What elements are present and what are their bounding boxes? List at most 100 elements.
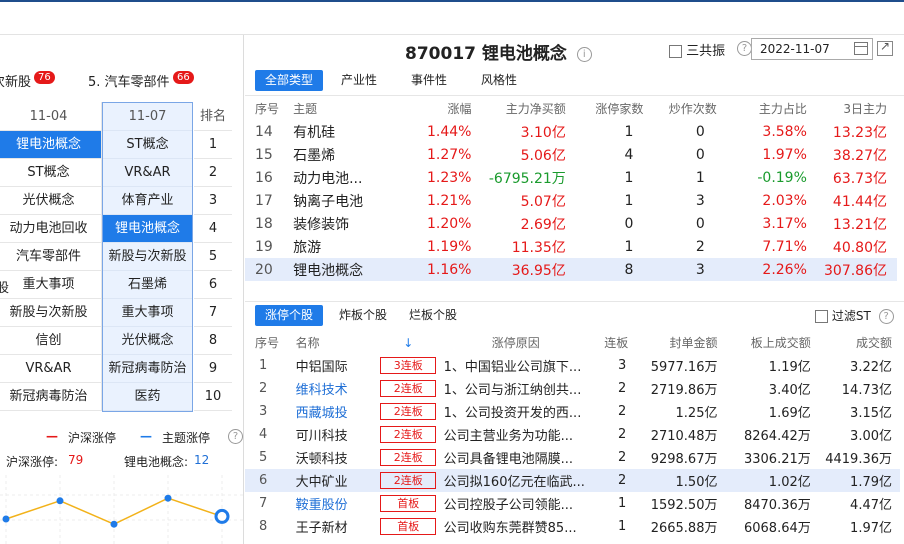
question-icon[interactable]: ? [737,41,752,56]
theme-cell-prev[interactable]: 光伏概念 [0,187,102,215]
theme-cell-prev[interactable]: 新股与次新股 [0,299,102,327]
net-buy: 3.10亿 [520,124,566,141]
checkbox-icon[interactable] [815,310,828,323]
theme-cell-current[interactable]: 新股与次新股 [103,243,192,271]
help-icon[interactable]: ? [878,309,894,324]
stock-name[interactable]: 沃顿科技 [294,446,377,469]
tab-limit-up[interactable]: 涨停个股 [255,305,324,326]
theme-cell-current[interactable]: 光伏概念 [103,327,192,355]
theme-cell-prev[interactable]: 汽车零部件 [0,243,102,271]
theme-cell-current[interactable]: 锂电池概念 [103,215,192,243]
th-net[interactable]: 主力净买额 [473,97,567,120]
info-icon[interactable]: i [576,46,592,62]
tab-event[interactable]: 事件性 [401,70,457,91]
san-checkbox[interactable]: 三共振 [669,40,725,59]
th-seal[interactable]: 封单金额 [630,331,719,354]
stock-name[interactable]: 西藏城投 [294,400,377,423]
table-row[interactable]: 17 钠离子电池 1.21% 5.07亿 1 3 2.03% 41.44亿 [245,189,897,212]
stock-name[interactable]: 中铝国际 [294,354,377,377]
theme-cell-prev[interactable]: VR&AR [0,355,102,383]
rank-cell: 6 [194,271,232,299]
table-row[interactable]: 18 装修装饰 1.20% 2.69亿 0 0 3.17% 13.21亿 [245,212,897,235]
table-row[interactable]: 8 王子新材 首板 公司收购东莞群赞85... 1 2665.88万 6068.64万 1.9… [245,515,900,538]
th-chg[interactable]: 涨幅 [394,97,474,120]
trend-point[interactable] [56,497,64,505]
th-board[interactable]: 板上成交额 [719,331,812,354]
trade-amount: 4.47亿 [850,498,892,513]
table-row[interactable]: 1 中铝国际 3连板 1、中国铝业公司旗下... 3 5977.16万 1.19亿 3.22亿 [245,354,900,377]
theme-cell-prev[interactable]: 新冠病毒防治 [0,383,102,411]
stock-name[interactable]: 维科技术 [294,377,377,400]
date-picker[interactable]: 2022-11-07 [751,38,873,60]
theme-cell-prev[interactable]: 动力电池回收 [0,215,102,243]
stock-name[interactable]: 大中矿业 [293,469,377,492]
help-icon[interactable]: ? [228,429,243,444]
change-pct: 1.21% [427,192,472,209]
th-no[interactable]: 序号 [245,97,291,120]
th-ratio[interactable]: 主力占比 [719,97,809,120]
theme-cell-current[interactable]: VR&AR [103,159,192,187]
th-amount[interactable]: 成交额 [813,331,900,354]
stock-name[interactable]: 鞍重股份 [294,492,377,515]
theme-cell-current[interactable]: 新冠病毒防治 [103,355,192,383]
checkbox-icon[interactable] [669,45,682,58]
table-row[interactable]: 14 有机硅 1.44% 3.10亿 1 0 3.58% 13.23亿 [245,120,897,143]
share-icon[interactable] [877,39,893,56]
trend-point[interactable] [164,494,172,502]
date-header-prev: 11-04 [0,102,102,131]
row-number: 17 [255,192,273,209]
theme-cell-current[interactable]: 医药 [103,383,192,411]
th-3day[interactable]: 3日主力 [809,97,897,120]
table-row[interactable]: 4 可川科技 2连板 公司主营业务为功能... 2 2710.48万 8264.42万 3.0… [245,423,900,446]
th-name[interactable]: 主题 [291,97,394,120]
theme-cell-prev[interactable]: 信创 [0,327,102,355]
tab-all[interactable]: 全部类型 [255,70,324,91]
tab-industry[interactable]: 产业性 [331,70,387,91]
th-lianban[interactable]: 连板 [592,331,631,354]
tab-bad-board[interactable]: 烂板个股 [399,305,467,326]
th-limit[interactable]: 涨停家数 [568,97,646,120]
trend-point[interactable] [2,515,10,523]
theme-cell-prev[interactable]: 重大事项 [0,271,102,299]
trade-amount: 1.97亿 [850,521,892,536]
table-row[interactable]: 19 旅游 1.19% 11.35亿 1 2 7.71% 40.80亿 [245,235,897,258]
right-panel: 870017 锂电池概念 i 三共振 ? 2022-11-07 全部类型 产业性… [245,35,904,544]
tab-style[interactable]: 风格性 [471,70,527,91]
th-times[interactable]: 炒作次数 [645,97,718,120]
category-item[interactable]: 次新股 [0,71,31,90]
table-row[interactable]: 3 西藏城投 2连板 1、公司投资开发的西... 2 1.25亿 1.69亿 3.15亿 [245,400,900,423]
trend-point[interactable] [214,508,230,524]
top-bar [0,0,904,35]
stock-name[interactable]: 可川科技 [294,423,377,446]
net-buy: -6795.21万 [488,170,566,187]
th-no[interactable]: 序号 [245,331,294,354]
theme-cell-current[interactable]: 重大事项 [103,299,192,327]
th-reason[interactable]: 涨停原因 [440,331,592,354]
table-row[interactable]: 20 锂电池概念 1.16% 36.95亿 8 3 2.26% 307.86亿 [245,258,897,281]
category-item[interactable]: 5. 汽车零部件 [88,71,170,90]
trend-point[interactable] [110,520,118,528]
theme-cell-prev[interactable]: 锂电池概念 [0,131,102,159]
calendar-icon[interactable] [854,42,868,55]
table-row[interactable]: 5 沃顿科技 2连板 公司具备锂电池隔膜... 2 9298.67万 3306.21万 441… [245,446,900,469]
th-name[interactable]: 名称 [294,331,377,354]
stock-name[interactable]: 王子新材 [294,515,377,538]
table-row[interactable]: 7 鞍重股份 首板 公司控股子公司领能... 1 1592.50万 8470.36万 4.47… [245,492,900,515]
theme-cell-current[interactable]: ST概念 [103,131,192,159]
tab-broken[interactable]: 炸板个股 [329,305,397,326]
theme-cell-current[interactable]: 石墨烯 [103,271,192,299]
table-row[interactable]: 6 大中矿业 2连板 公司拟160亿元在临武... 2 1.50亿 1.02亿 1.79亿 [245,469,900,492]
lianban-count: 2 [617,450,627,465]
table-row[interactable]: 15 石墨烯 1.27% 5.06亿 4 0 1.97% 38.27亿 [245,143,897,166]
sort-arrow-icon[interactable]: ↓ [377,331,440,354]
row-number: 6 [245,469,294,492]
theme-cell-prev[interactable]: ST概念 [0,159,102,187]
category-count-badge: 66 [173,71,194,84]
table-row[interactable]: 16 动力电池... 1.23% -6795.21万 1 1 -0.19% 63.73亿 [245,166,897,189]
limit-tag: 首板 [380,518,437,535]
filter-st[interactable]: 过滤ST ? [815,307,894,324]
limit-trend-chart [0,475,243,544]
hype-count: 0 [695,123,705,140]
table-row[interactable]: 2 维科技术 2连板 1、公司与浙江纳创共... 2 2719.86万 3.40亿 14.73… [245,377,900,400]
theme-cell-current[interactable]: 体育产业 [103,187,192,215]
